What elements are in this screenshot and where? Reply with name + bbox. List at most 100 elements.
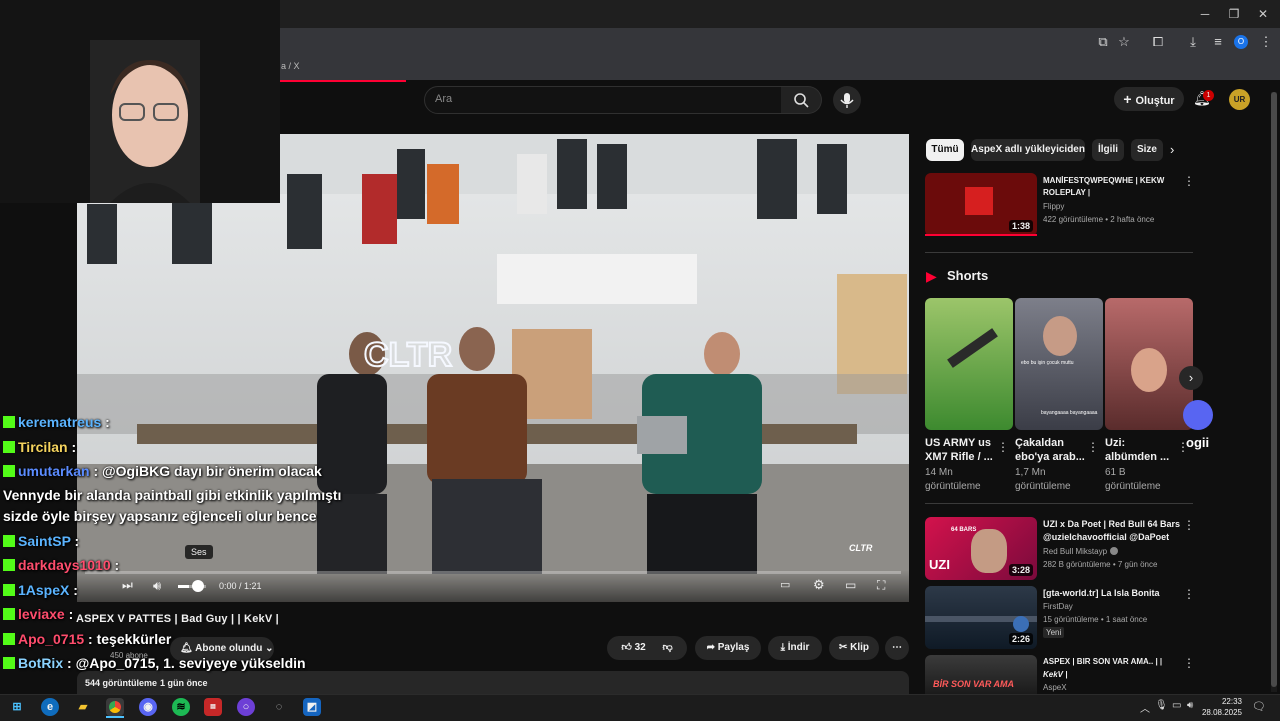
app-circle-icon[interactable]: ◌ (270, 698, 288, 716)
video-title-line2[interactable]: @uzielchavoofficial @DaPoet (1043, 531, 1169, 543)
create-button[interactable]: + Oluştur (1114, 87, 1184, 111)
app-icon[interactable]: ▤ (204, 698, 222, 716)
video-title-line1[interactable]: [gta-world.tr] La Isla Bonita (1043, 587, 1160, 599)
notifications-icon[interactable]: 🗨︎ (1252, 700, 1266, 713)
video-thumbnail[interactable]: 2:26 (925, 586, 1037, 649)
chip-next-chevron-icon[interactable]: › (1170, 142, 1174, 157)
bookmark-star-icon[interactable]: ☆ (1115, 33, 1133, 51)
short-menu-icon[interactable]: ⋮ (997, 440, 1009, 454)
short-thumbnail-2[interactable]: ebo bu işin çocuk muttu bayangaaaa bayan… (1015, 298, 1103, 430)
download-button[interactable]: ⤓ İndir (768, 636, 822, 660)
clock-date[interactable]: 28.08.2025 (1200, 708, 1242, 717)
network-icon[interactable]: ▭ (1172, 700, 1181, 711)
obs-icon[interactable]: ○ (237, 698, 255, 716)
share-button[interactable]: ➦ Paylaş (695, 636, 761, 660)
like-icon[interactable]: 👍︎ (621, 642, 631, 653)
video-title-line1[interactable]: ASPEX | BIR SON VAR AMA.. | | (1043, 656, 1162, 668)
short-title-2b[interactable]: ebo'ya arab... (1015, 450, 1085, 464)
chat-username[interactable]: umutarkan (18, 463, 90, 479)
short-title-2a[interactable]: Çakaldan (1015, 436, 1064, 450)
chrome-icon[interactable] (106, 698, 124, 716)
search-input[interactable]: Ara (424, 86, 783, 114)
voice-search-button[interactable] (833, 86, 861, 114)
profile-avatar[interactable]: O (1234, 35, 1248, 49)
search-button[interactable] (781, 86, 822, 114)
video-title-line2[interactable]: KekV | (1043, 669, 1067, 681)
minimize-button[interactable]: ─ (1197, 6, 1213, 22)
restore-button[interactable]: ❐ (1226, 6, 1242, 22)
divider (925, 503, 1193, 504)
shorts-next-button[interactable]: › (1179, 366, 1203, 390)
video-thumbnail[interactable]: 1:38 (925, 173, 1037, 236)
account-avatar[interactable]: UR (1229, 89, 1250, 110)
short-title-1a[interactable]: US ARMY us (925, 436, 991, 450)
file-explorer-icon[interactable]: ▰ (74, 698, 92, 716)
video-title-line1[interactable]: UZI x Da Poet | Red Bull 64 Bars (1043, 518, 1180, 530)
subtitles-icon[interactable]: ▭ (780, 578, 798, 594)
description-box[interactable]: 544 görüntüleme 1 gün önce (77, 671, 909, 694)
system-tray-chevron-icon[interactable]: ︿ (1140, 700, 1150, 715)
chat-username[interactable]: darkdays1010 (18, 557, 111, 573)
cast-icon[interactable]: ⧉ (1094, 33, 1112, 51)
more-actions-button[interactable]: ⋯ (885, 636, 909, 660)
chip-for-you[interactable]: Size (1131, 139, 1163, 161)
video-thumbnail[interactable]: 64 BARS UZI 3:28 (925, 517, 1037, 580)
short-thumbnail-3[interactable] (1105, 298, 1193, 430)
short-menu-icon[interactable]: ⋮ (1177, 440, 1189, 454)
video-title-line1[interactable]: MANİFESTQWPEQWHE | KEKW (1043, 175, 1164, 187)
video-menu-icon[interactable]: ⋮ (1183, 174, 1195, 188)
page-scrollbar[interactable] (1271, 92, 1277, 692)
dislike-icon[interactable]: 👎︎ (662, 642, 672, 653)
chat-username[interactable]: Tircilan (18, 439, 68, 455)
chip-from-uploader[interactable]: AspeX adlı yükleyiciden (971, 139, 1085, 161)
next-icon[interactable]: ⏭ (122, 578, 138, 594)
chat-username[interactable]: leviaxe (18, 606, 65, 622)
windows-start-icon[interactable]: ⊞ (8, 698, 26, 716)
video-menu-icon[interactable]: ⋮ (1183, 518, 1195, 532)
video-menu-icon[interactable]: ⋮ (1183, 587, 1195, 601)
video-menu-icon[interactable]: ⋮ (1183, 656, 1195, 670)
chat-username[interactable]: kerematreus (18, 414, 101, 430)
volume-icon[interactable]: 🔊︎ (153, 578, 169, 594)
channel-name[interactable]: AspeX (1043, 682, 1067, 694)
active-app-indicator (106, 716, 124, 718)
video-thumbnail[interactable]: BİR SON VAR AMA (925, 655, 1037, 694)
video-player[interactable]: CLTR CLTR (77, 134, 909, 602)
video-title-line2[interactable]: ROLEPLAY | (1043, 187, 1090, 199)
chat-username[interactable]: Apo_0715 (18, 631, 84, 647)
spotify-icon[interactable]: ≋ (172, 698, 190, 716)
short-thumbnail-1[interactable] (925, 298, 1013, 430)
volume-slider-handle[interactable] (192, 580, 204, 592)
scrollbar-thumb[interactable] (1271, 92, 1277, 687)
media-icon[interactable]: ≡ (1209, 33, 1227, 51)
progress-bar[interactable] (85, 571, 901, 574)
short-title-3a[interactable]: Uzi: (1105, 436, 1125, 450)
short-title-3b[interactable]: albümden ... (1105, 450, 1169, 464)
chip-related[interactable]: İlgili (1092, 139, 1124, 161)
theater-mode-icon[interactable]: ▭ (845, 578, 863, 594)
short-title-1b[interactable]: XM7 Rifle / ... (925, 450, 993, 464)
edge-icon[interactable]: e (41, 698, 59, 716)
chat-username[interactable]: 1AspeX (18, 582, 69, 598)
clip-button[interactable]: ✂ Klip (829, 636, 879, 660)
channel-name[interactable]: Red Bull Mikstayp (1043, 546, 1107, 558)
extensions-icon[interactable]: ⧠ (1149, 33, 1167, 51)
close-button[interactable]: ✕ (1255, 6, 1271, 22)
tab-title[interactable]: a / X (281, 61, 300, 71)
short-caption-2: bayangaaaa bayangaaaa (1041, 410, 1098, 416)
fullscreen-icon[interactable]: ⛶ (877, 578, 895, 594)
download-icon[interactable]: ⤓ (1184, 33, 1202, 51)
clock-time[interactable]: 22:33 (1204, 697, 1242, 706)
microphone-tray-icon[interactable]: 🎙︎ (1155, 700, 1168, 711)
short-menu-icon[interactable]: ⋮ (1087, 440, 1099, 454)
app-window-icon[interactable]: ◩ (303, 698, 321, 716)
chat-username[interactable]: SaintSP (18, 533, 71, 549)
settings-gear-icon[interactable]: ⚙ (813, 577, 831, 595)
channel-name[interactable]: Flippy (1043, 201, 1064, 213)
chip-all[interactable]: Tümü (926, 139, 964, 161)
speaker-icon[interactable]: 🔊︎ (1187, 700, 1193, 711)
menu-kebab-icon[interactable]: ⋮ (1257, 33, 1275, 51)
discord-icon[interactable]: ◉ (139, 698, 157, 716)
chat-username[interactable]: BotRix (18, 655, 63, 671)
channel-name[interactable]: FirstDay (1043, 601, 1073, 613)
